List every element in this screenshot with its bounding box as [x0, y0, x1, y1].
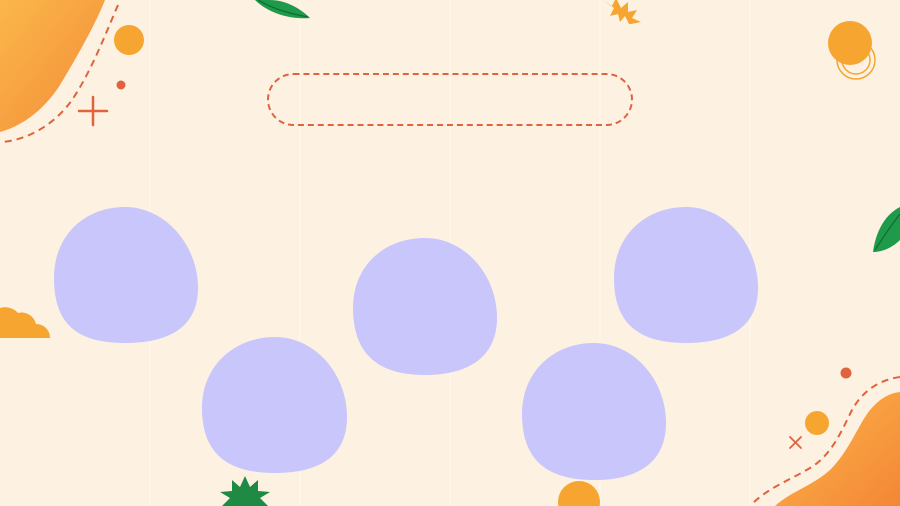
cloud-icon: [0, 307, 50, 338]
sun-burst-icon: [603, 0, 641, 24]
bottom-orange-half-circle-icon: [558, 481, 600, 506]
bottom-right-wave-shape: [775, 392, 900, 506]
title-placeholder-frame[interactable]: [267, 73, 633, 126]
blob-top-right: [614, 207, 758, 343]
blob-top-left: [54, 207, 198, 343]
small-orange-circle-icon: [114, 25, 144, 55]
right-leaf-icon: [873, 207, 900, 252]
blob-bottom-left: [202, 337, 347, 473]
star-burst-icon: [220, 476, 270, 506]
bottom-orange-circle-icon: [805, 411, 829, 435]
lavender-blobs: [54, 207, 758, 480]
bottom-red-dot-icon: [840, 367, 852, 379]
red-dot-icon: [116, 80, 126, 90]
cross-icon: [789, 436, 802, 449]
blob-bottom-right: [522, 343, 666, 480]
blob-center: [353, 238, 497, 375]
plus-icon: [77, 95, 109, 127]
